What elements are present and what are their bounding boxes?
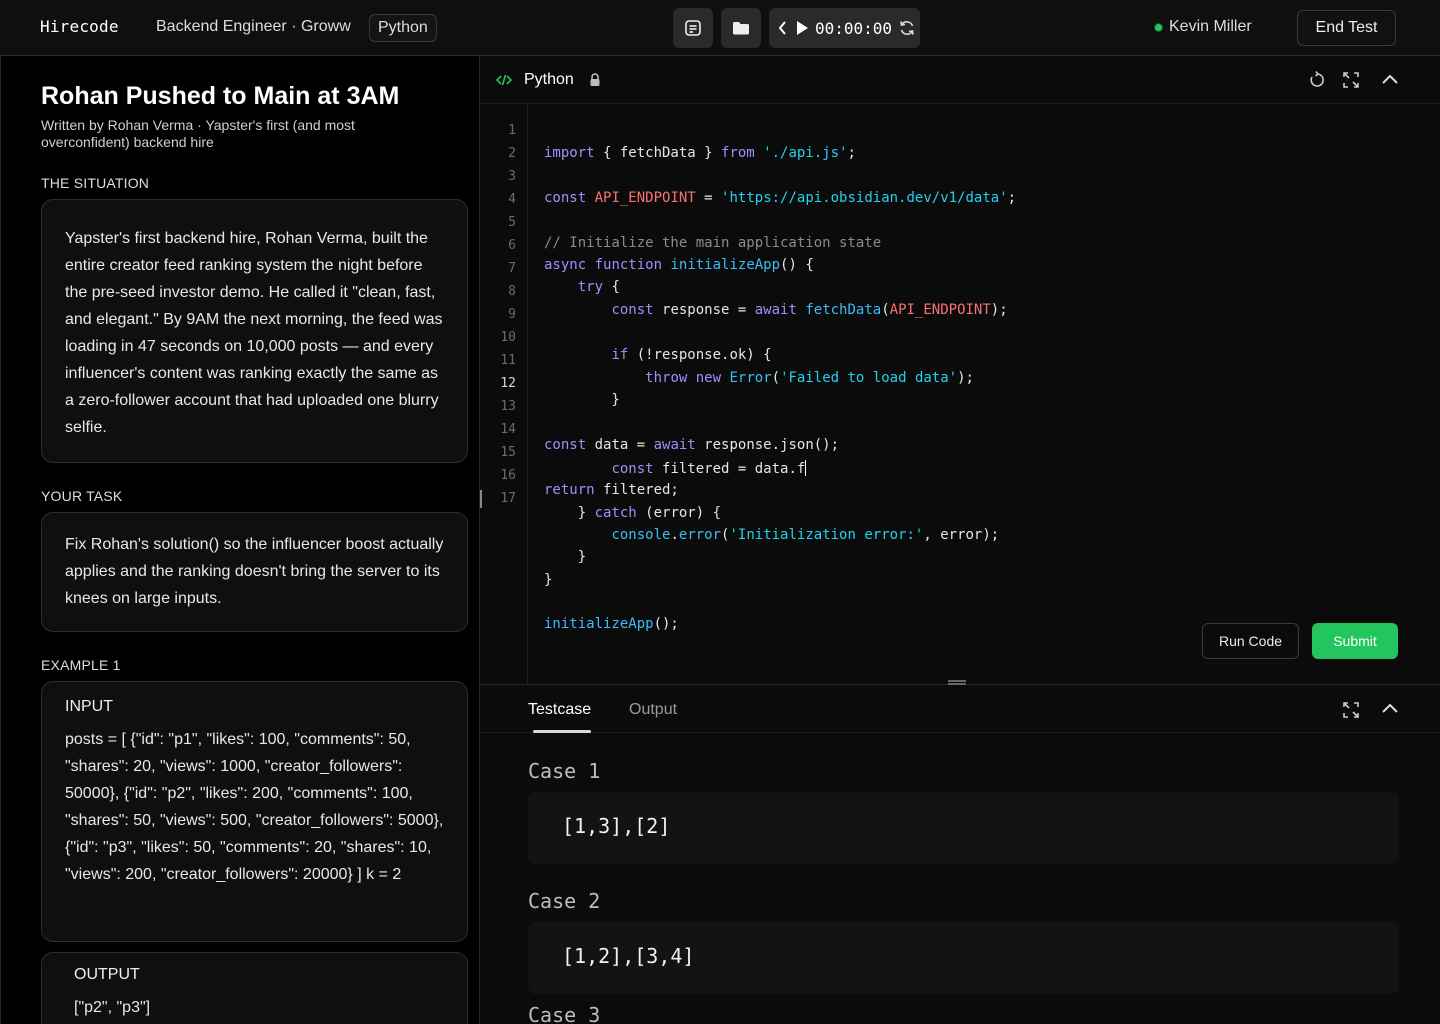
code-line: } catch (error) { <box>544 505 722 521</box>
end-test-button[interactable]: End Test <box>1297 10 1396 46</box>
line-number: 5 <box>508 215 516 230</box>
line-number: 15 <box>500 445 516 460</box>
expand-icon[interactable] <box>1342 701 1360 719</box>
online-status-icon <box>1154 22 1163 32</box>
folder-icon <box>731 18 751 38</box>
output-text: ["p2", "p3"] <box>74 999 151 1016</box>
run-code-button[interactable]: Run Code <box>1202 623 1299 659</box>
line-number: 12 <box>500 376 516 391</box>
code-line: } <box>544 549 587 565</box>
example-input-card: INPUT posts = [ {"id": "p1", "likes": 10… <box>41 681 468 942</box>
line-number: 17 <box>500 491 516 506</box>
example-label: EXAMPLE 1 <box>41 657 121 673</box>
top-bar: Hirecode Backend Engineer · Groww Python… <box>0 0 1440 56</box>
task-label: YOUR TASK <box>41 488 123 504</box>
collapse-icon[interactable] <box>1381 72 1399 86</box>
line-number: 7 <box>508 261 516 276</box>
active-tab-indicator <box>533 730 591 733</box>
code-line: const filtered = data.f <box>611 460 807 477</box>
language-chip: Python <box>369 14 437 42</box>
task-card: Fix Rohan's solution() so the influencer… <box>41 512 468 632</box>
editor-header: Python <box>480 56 1440 104</box>
line-number: 9 <box>508 307 516 322</box>
submit-button[interactable]: Submit <box>1312 623 1398 659</box>
code-editor: Python 1 2 3 4 5 6 7 8 9 10 11 12 13 14 15 16 17 import … <box>480 56 1440 684</box>
code-icon <box>496 73 512 87</box>
code-line: throw new Error('Failed to load data'); <box>645 370 974 386</box>
timer-control: 00:00:00 <box>769 8 920 48</box>
problem-subtitle: Written by Rohan Verma · Yapster's first… <box>41 117 355 150</box>
line-number: 3 <box>508 169 516 184</box>
editor-language: Python <box>524 71 574 88</box>
bottom-tabs: Testcase Output <box>480 685 1440 733</box>
code-line: const response = await fetchData(API_END… <box>611 302 1008 318</box>
reset-icon[interactable] <box>1308 71 1326 89</box>
expand-icon[interactable] <box>1342 71 1360 89</box>
code-line: // Initialize the main application state <box>544 235 882 251</box>
line-number: 8 <box>508 284 516 299</box>
situation-text: Yapster's first backend hire, Rohan Verm… <box>65 230 443 436</box>
case-input-box[interactable]: [1,2],[3,4] <box>528 922 1399 994</box>
situation-card: Yapster's first backend hire, Rohan Verm… <box>41 199 468 463</box>
task-text: Fix Rohan's solution() so the influencer… <box>65 536 444 607</box>
lock-icon <box>589 73 601 87</box>
line-number-gutter <box>480 104 528 684</box>
text-cursor <box>805 460 807 476</box>
line-number: 1 <box>508 123 516 138</box>
input-text: posts = [ {"id": "p1", "likes": 100, "co… <box>65 731 444 883</box>
code-line: const API_ENDPOINT = 'https://api.obsidi… <box>544 190 1017 206</box>
line-number: 2 <box>508 146 516 161</box>
notes-button[interactable] <box>673 8 713 48</box>
code-line: import { fetchData } from './api.js'; <box>544 145 856 161</box>
user-name: Kevin Miller <box>1169 18 1252 35</box>
code-line: if (!response.ok) { <box>611 347 772 363</box>
case-input-box[interactable]: [1,3],[2] <box>528 792 1399 864</box>
code-area[interactable]: import { fetchData } from './api.js'; co… <box>544 104 1424 684</box>
chevron-left-icon[interactable] <box>777 20 789 36</box>
files-button[interactable] <box>721 8 761 48</box>
app-logo: Hirecode <box>40 17 119 36</box>
code-line: return filtered; <box>544 482 679 498</box>
line-number: 4 <box>508 192 516 207</box>
case-label: Case 1 <box>528 759 601 783</box>
tab-testcase[interactable]: Testcase <box>528 701 591 719</box>
collapse-icon[interactable] <box>1381 701 1399 715</box>
code-line: try { <box>577 279 620 295</box>
case-value: [1,3],[2] <box>562 814 671 838</box>
user-status: Kevin Miller <box>1154 18 1252 36</box>
situation-label: THE SITUATION <box>41 175 150 191</box>
problem-panel: Rohan Pushed to Main at 3AM Written by R… <box>0 56 480 1024</box>
code-line: initializeApp(); <box>544 616 679 632</box>
job-title: Backend Engineer · Groww <box>156 18 351 35</box>
timer-display: 00:00:00 <box>815 18 893 38</box>
output-label: OUTPUT <box>74 966 140 983</box>
case-label: Case 2 <box>528 889 601 913</box>
code-line: } <box>544 392 620 408</box>
line-number: 6 <box>508 238 516 253</box>
notes-icon <box>683 18 703 38</box>
input-label: INPUT <box>65 698 113 715</box>
line-number: 10 <box>500 330 516 345</box>
example-output-card: OUTPUT ["p2", "p3"] <box>41 952 468 1024</box>
play-icon[interactable] <box>795 20 809 36</box>
case-label: Case 3 <box>528 1003 601 1024</box>
case-value: [1,2],[3,4] <box>562 944 695 968</box>
line-number: 14 <box>500 422 516 437</box>
testcase-panel: Testcase Output Case 1 [1,3],[2] Case 2 … <box>480 680 1440 1024</box>
line-number: 13 <box>500 399 516 414</box>
code-line: console.error('Initialization error:', e… <box>611 527 1000 543</box>
line-number: 16 <box>500 468 516 483</box>
line-number: 11 <box>500 353 516 368</box>
code-line: } <box>544 572 553 588</box>
tab-output[interactable]: Output <box>629 701 677 719</box>
refresh-icon[interactable] <box>898 19 916 37</box>
problem-title: Rohan Pushed to Main at 3AM <box>41 82 400 110</box>
code-line: async function initializeApp() { <box>544 257 814 273</box>
code-line: const data = await response.json(); <box>544 437 840 453</box>
